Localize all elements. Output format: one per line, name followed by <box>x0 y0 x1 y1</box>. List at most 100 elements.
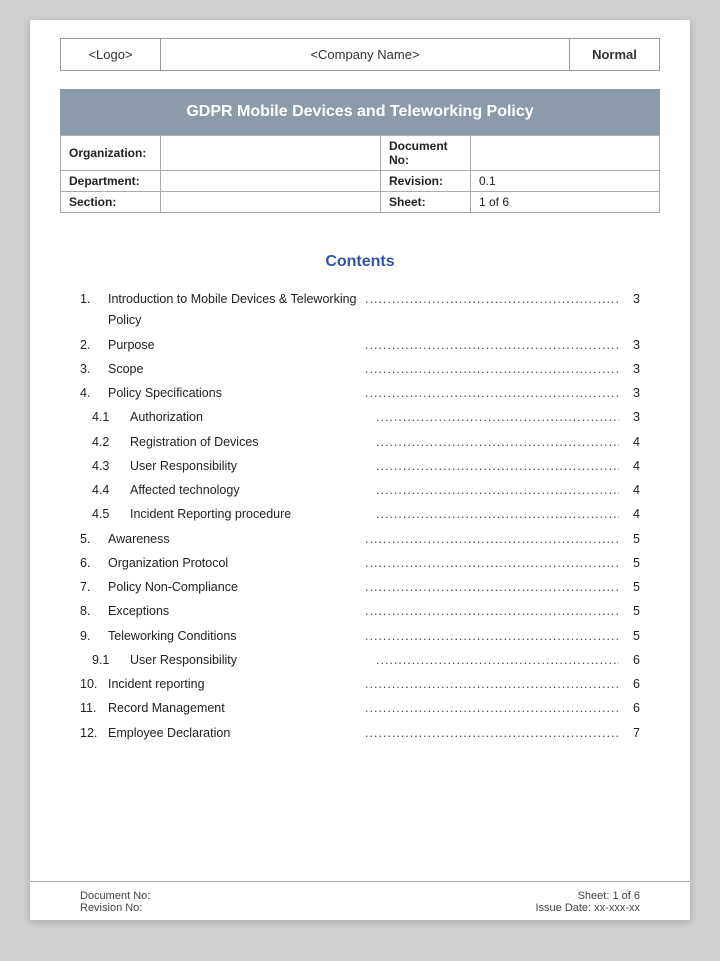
sheet-value: 1 of 6 <box>471 192 660 213</box>
document-title: GDPR Mobile Devices and Teleworking Poli… <box>186 103 533 120</box>
company-cell: <Company Name> <box>161 39 570 71</box>
toc-item: 9.1User Responsibility .................… <box>80 650 640 671</box>
footer-left: Document No: Revision No: <box>80 890 150 914</box>
toc-item: 12.Employee Declaration ................… <box>80 723 640 744</box>
toc-dots: ........................................… <box>376 432 619 453</box>
toc-label: Exceptions <box>108 601 362 622</box>
toc-page: 5 <box>622 601 640 622</box>
toc-num: 4.3 <box>80 456 130 477</box>
toc-label: Policy Non-Compliance <box>108 577 362 598</box>
toc-num: 5. <box>80 529 108 550</box>
header-section: <Logo> <Company Name> Normal <box>30 20 690 71</box>
toc-item: 1.Introduction to Mobile Devices & Telew… <box>80 289 640 332</box>
normal-label: Normal <box>592 47 637 62</box>
title-banner: GDPR Mobile Devices and Teleworking Poli… <box>60 89 660 135</box>
company-label: <Company Name> <box>310 47 419 62</box>
toc-page: 5 <box>622 529 640 550</box>
toc-num: 4. <box>80 383 108 404</box>
toc-dots: ........................................… <box>365 674 619 695</box>
logo-cell: <Logo> <box>61 39 161 71</box>
toc-page: 6 <box>622 698 640 719</box>
toc-item: 2.Purpose ..............................… <box>80 335 640 356</box>
toc-item: 4.Policy Specifications ................… <box>80 383 640 404</box>
main-content: Contents 1.Introduction to Mobile Device… <box>30 213 690 881</box>
toc-page: 6 <box>622 650 640 671</box>
toc-num: 6. <box>80 553 108 574</box>
org-label: Organization: <box>61 136 161 171</box>
toc-item: 6.Organization Protocol ................… <box>80 553 640 574</box>
toc-item: 4.2Registration of Devices .............… <box>80 432 640 453</box>
footer-docno: Document No: <box>80 890 150 902</box>
toc-num: 7. <box>80 577 108 598</box>
toc-page: 3 <box>622 289 640 310</box>
section-value <box>161 192 381 213</box>
toc-label: Awareness <box>108 529 362 550</box>
dept-label: Department: <box>61 171 161 192</box>
org-value <box>161 136 381 171</box>
footer-right: Sheet: 1 of 6 Issue Date: xx-xxx-xx <box>535 890 640 914</box>
toc-item: 4.5Incident Reporting procedure ........… <box>80 504 640 525</box>
toc-label: Authorization <box>130 407 373 428</box>
toc-label: Incident reporting <box>108 674 362 695</box>
toc-num: 4.2 <box>80 432 130 453</box>
docno-value <box>471 136 660 171</box>
footer-sheet: Sheet: 1 of 6 <box>578 890 640 902</box>
toc-dots: ........................................… <box>365 698 619 719</box>
toc-page: 3 <box>622 383 640 404</box>
toc-dots: ........................................… <box>365 529 619 550</box>
toc-dots: ........................................… <box>365 289 619 310</box>
toc-page: 4 <box>622 480 640 501</box>
title-section: GDPR Mobile Devices and Teleworking Poli… <box>30 71 690 213</box>
toc-item: 4.3User Responsibility .................… <box>80 456 640 477</box>
toc-page: 7 <box>622 723 640 744</box>
footer-issue: Issue Date: xx-xxx-xx <box>535 902 640 914</box>
toc-dots: ........................................… <box>365 626 619 647</box>
toc-page: 4 <box>622 432 640 453</box>
toc-num: 4.4 <box>80 480 130 501</box>
toc-label: Incident Reporting procedure <box>130 504 373 525</box>
logo-label: <Logo> <box>88 47 132 62</box>
toc-num: 2. <box>80 335 108 356</box>
toc-dots: ........................................… <box>365 553 619 574</box>
toc-dots: ........................................… <box>376 480 619 501</box>
toc-label: User Responsibility <box>130 650 373 671</box>
toc-label: Registration of Devices <box>130 432 373 453</box>
toc-page: 5 <box>622 626 640 647</box>
toc-page: 5 <box>622 553 640 574</box>
toc-dots: ........................................… <box>376 456 619 477</box>
toc-num: 8. <box>80 601 108 622</box>
rev-value: 0.1 <box>471 171 660 192</box>
toc-item: 8.Exceptions ...........................… <box>80 601 640 622</box>
toc-dots: ........................................… <box>376 650 619 671</box>
footer-sheet-value: 1 of 6 <box>612 890 640 902</box>
footer-issue-value: xx-xxx-xx <box>594 902 640 914</box>
toc-label: Teleworking Conditions <box>108 626 362 647</box>
toc-item: 9.Teleworking Conditions ...............… <box>80 626 640 647</box>
toc-page: 4 <box>622 504 640 525</box>
dept-value <box>161 171 381 192</box>
toc-label: Employee Declaration <box>108 723 362 744</box>
toc-label: Scope <box>108 359 362 380</box>
footer-revno: Revision No: <box>80 902 150 914</box>
toc-dots: ........................................… <box>365 383 619 404</box>
toc-num: 10. <box>80 674 108 695</box>
info-table: Organization: Document No: Department: R… <box>60 135 660 213</box>
toc-dots: ........................................… <box>365 335 619 356</box>
toc-num: 4.1 <box>80 407 130 428</box>
footer-docno-label: Document No: <box>80 890 150 902</box>
toc-label: Record Management <box>108 698 362 719</box>
toc-label: Affected technology <box>130 480 373 501</box>
toc-label: User Responsibility <box>130 456 373 477</box>
contents-heading: Contents <box>80 253 640 271</box>
toc-dots: ........................................… <box>376 504 619 525</box>
rev-label: Revision: <box>381 171 471 192</box>
toc-num: 3. <box>80 359 108 380</box>
normal-cell: Normal <box>570 39 660 71</box>
toc-page: 4 <box>622 456 640 477</box>
toc-page: 3 <box>622 335 640 356</box>
toc-page: 5 <box>622 577 640 598</box>
toc-page: 3 <box>622 359 640 380</box>
toc-page: 3 <box>622 407 640 428</box>
toc-num: 1. <box>80 289 108 310</box>
toc-dots: ........................................… <box>376 407 619 428</box>
